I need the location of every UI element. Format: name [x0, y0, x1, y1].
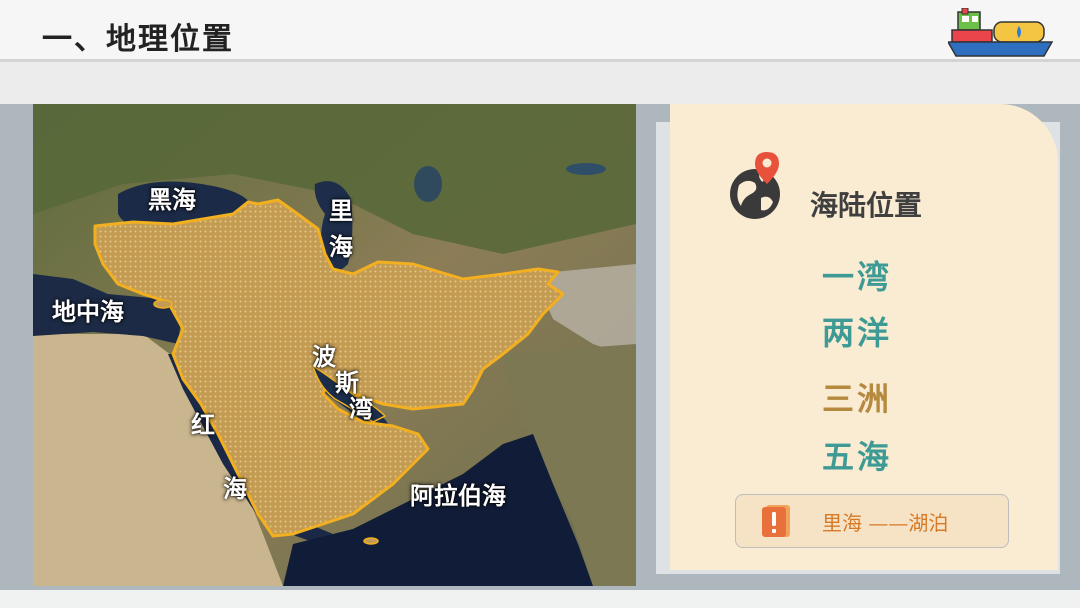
exclamation-note-icon — [762, 505, 790, 537]
label-red-sea-char2: 海 — [223, 475, 247, 503]
label-red-sea-char1: 红 — [191, 411, 215, 439]
slide-title: 一、地理位置 — [42, 22, 234, 57]
note-text: 里海 ——湖泊 — [822, 511, 949, 535]
feature-two-oceans: 两洋 — [822, 314, 893, 352]
panel-heading: 海陆位置 — [810, 189, 923, 222]
label-black-sea: 黑海 — [148, 186, 196, 214]
ship-icon — [948, 8, 1054, 57]
label-persian-gulf-char3: 湾 — [349, 395, 373, 423]
label-mediterranean-sea: 地中海 — [52, 298, 124, 326]
label-caspian-sea-char1: 里 — [329, 197, 353, 225]
label-arabian-sea: 阿拉伯海 — [410, 482, 506, 510]
feature-five-seas: 五海 — [822, 438, 893, 476]
header-divider — [0, 59, 1080, 62]
bottom-band — [0, 590, 1080, 608]
feature-one-gulf: 一湾 — [822, 258, 893, 296]
feature-three-continents: 三洲 — [822, 380, 893, 418]
globe-pin-icon — [730, 152, 780, 219]
label-caspian-sea-char2: 海 — [329, 233, 353, 261]
